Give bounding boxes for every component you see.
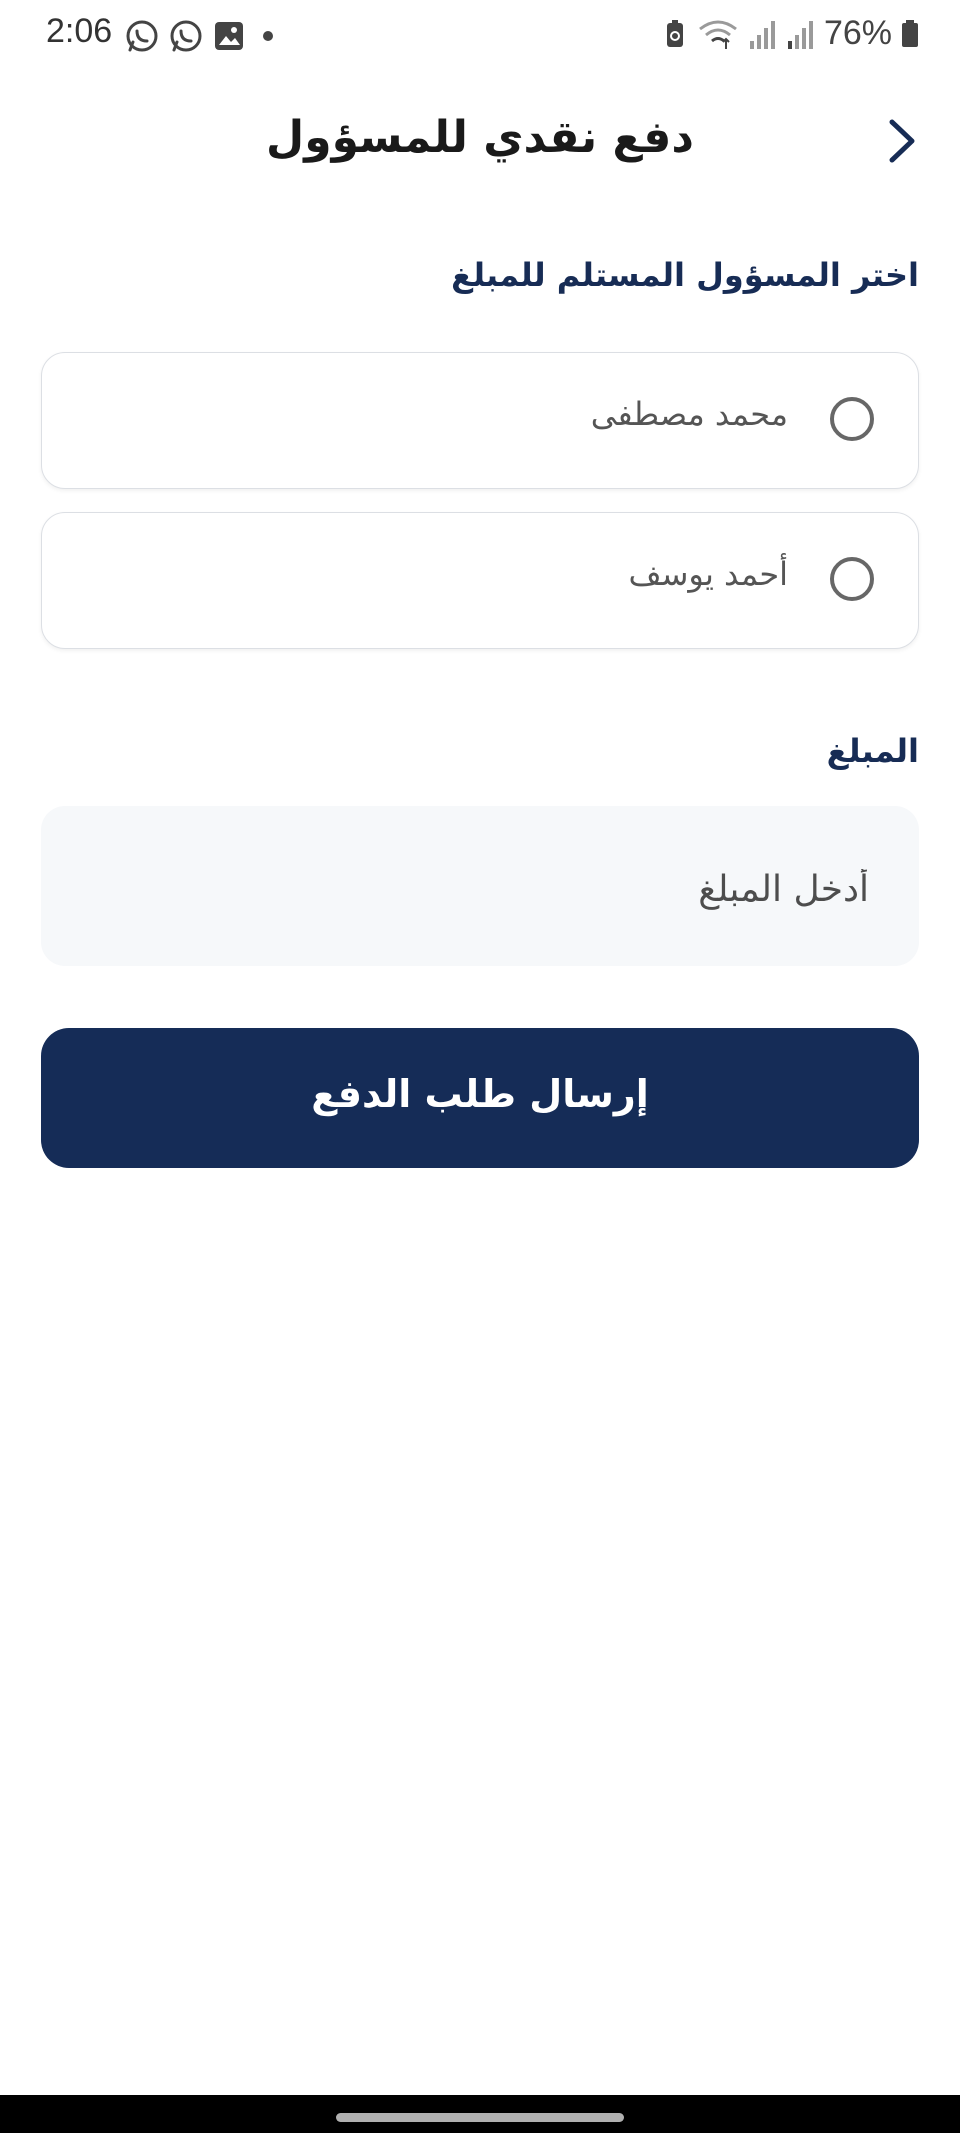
recipient-option-label: أحمد يوسف (628, 555, 788, 593)
recipient-option-label: محمد مصطفى (590, 395, 788, 433)
page-title: دفع نقدي للمسؤول (266, 112, 694, 163)
status-bar: 2:06 76% (0, 0, 960, 70)
gallery-icon (215, 22, 243, 50)
system-navigation-bar (0, 2095, 960, 2133)
system-icons: 76% (662, 14, 920, 53)
app-bar: دفع نقدي للمسؤول (0, 90, 960, 190)
amount-section-label: المبلغ (826, 732, 919, 770)
radio-button[interactable] (830, 557, 874, 601)
recipient-option-mohamed[interactable]: محمد مصطفى (41, 352, 919, 489)
chevron-right-icon (889, 119, 915, 163)
radio-button[interactable] (830, 397, 874, 441)
status-time: 2:06 (46, 12, 113, 50)
home-indicator[interactable] (336, 2113, 624, 2122)
battery-saver-icon (666, 19, 683, 47)
amount-input[interactable] (107, 860, 871, 918)
signal-icon (787, 20, 813, 49)
signal-icon (749, 20, 775, 49)
battery-percent: 76% (823, 14, 892, 52)
dot-icon (263, 31, 273, 41)
amount-field[interactable] (41, 806, 919, 966)
submit-payment-label: إرسال طلب الدفع (311, 1072, 649, 1116)
whatsapp-icon (126, 20, 158, 52)
submit-payment-button[interactable]: إرسال طلب الدفع (41, 1028, 919, 1168)
back-button[interactable] (876, 114, 926, 168)
battery-icon (902, 19, 918, 47)
recipient-section-label: اختر المسؤول المستلم للمبلغ (451, 256, 919, 294)
notification-icons (124, 18, 282, 54)
whatsapp-icon (170, 20, 202, 52)
wifi-icon (699, 20, 737, 49)
recipient-option-ahmed[interactable]: أحمد يوسف (41, 512, 919, 649)
